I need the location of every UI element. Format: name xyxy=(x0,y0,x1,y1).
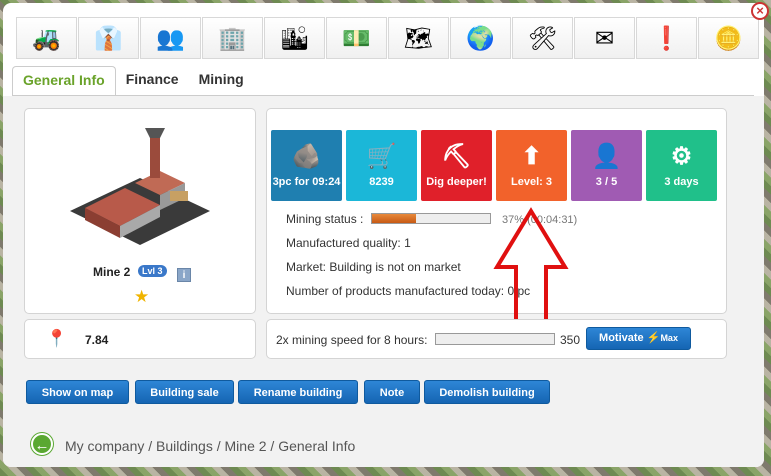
tab-mining[interactable]: Mining xyxy=(189,66,254,96)
ore-icon: 🪨 xyxy=(291,143,322,170)
mine-illustration xyxy=(70,128,210,245)
arrow-up-icon: ⬆ xyxy=(521,143,542,170)
globe-glyph: 🌍 xyxy=(466,24,495,51)
tab-general-info[interactable]: General Info xyxy=(12,66,116,97)
building-name: Mine 2 xyxy=(93,265,131,279)
gears-icon: ⚙ xyxy=(670,143,693,170)
show-on-map-button[interactable]: Show on map xyxy=(26,380,129,404)
mail-glyph: ✉ xyxy=(594,24,615,51)
map-value: 7.84 xyxy=(85,333,109,347)
tile-maintenance[interactable]: ⚙ 3 days xyxy=(646,130,717,201)
bulldozer-icon[interactable]: 🚜 xyxy=(16,17,77,59)
tile-level[interactable]: ⬆ Level: 3 xyxy=(496,130,567,201)
city-buildings-icon[interactable]: 🏙 xyxy=(264,17,325,59)
money-icon[interactable]: 💵 xyxy=(326,17,387,59)
coin-icon[interactable]: 🪙 xyxy=(698,17,759,59)
pickaxe-icon: ⛏ xyxy=(441,143,472,170)
back-arrow-icon[interactable]: ← xyxy=(31,433,53,455)
person-icon: 👤 xyxy=(591,143,622,170)
tile-level-label: Level: 3 xyxy=(511,176,552,188)
demolish-building-button[interactable]: Demolish building xyxy=(424,380,550,404)
coin-glyph: 🪙 xyxy=(714,24,743,51)
mining-progress-fill xyxy=(372,214,416,223)
motivate-value: 350 xyxy=(560,333,581,347)
staff-glyph: 👥 xyxy=(156,24,185,51)
office-building-glyph: 🏢 xyxy=(218,24,247,51)
motivate-max-label: Max xyxy=(660,333,678,343)
rename-building-button[interactable]: Rename building xyxy=(238,380,358,404)
map-key-glyph: 🗺 xyxy=(403,24,434,51)
market-text: Market: Building is not on market xyxy=(286,260,461,274)
info-icon[interactable]: i xyxy=(177,268,191,282)
building-image xyxy=(65,123,215,253)
mail-icon[interactable]: ✉ xyxy=(574,17,635,59)
city-buildings-glyph: 🏙 xyxy=(279,24,310,51)
tools-icon[interactable]: 🛠 xyxy=(512,17,573,59)
star-icon[interactable]: ★ xyxy=(134,287,149,307)
breadcrumb: My company / Buildings / Mine 2 / Genera… xyxy=(65,438,356,454)
tile-production-label: 3pc for 09:24 xyxy=(272,176,341,188)
manager-glyph: 👔 xyxy=(94,24,123,51)
map-pin-icon: 📍 xyxy=(46,329,68,348)
motivate-progress-bar xyxy=(435,333,555,345)
money-glyph: 💵 xyxy=(342,24,371,51)
tools-glyph: 🛠 xyxy=(527,24,558,51)
staff-icon[interactable]: 👥 xyxy=(140,17,201,59)
note-button[interactable]: Note xyxy=(364,380,420,404)
mining-status-label: Mining status : xyxy=(286,212,364,226)
cart-icon: 🛒 xyxy=(366,143,397,170)
motivate-label: 2x mining speed for 8 hours: xyxy=(276,333,428,347)
quality-text: Manufactured quality: 1 xyxy=(286,236,411,250)
close-icon[interactable]: × xyxy=(751,2,769,20)
building-window: 🚜 👔 👥 🏢 🏙 💵 🗺 🌍 🛠 ✉ ❗ 🪙 General Info Fin… xyxy=(3,3,764,467)
office-building-icon[interactable]: 🏢 xyxy=(202,17,263,59)
motivate-button-label: Motivate xyxy=(599,332,644,344)
main-toolbar: 🚜 👔 👥 🏢 🏙 💵 🗺 🌍 🛠 ✉ ❗ 🪙 xyxy=(16,17,760,59)
tile-stock[interactable]: 🛒 8239 xyxy=(346,130,417,201)
mining-progress-bar xyxy=(371,213,491,224)
building-sale-button[interactable]: Building sale xyxy=(135,380,234,404)
tile-dig-deeper-label: Dig deeper! xyxy=(426,176,487,188)
bulldozer-glyph: 🚜 xyxy=(32,24,61,51)
map-key-icon[interactable]: 🗺 xyxy=(388,17,449,59)
tile-dig-deeper[interactable]: ⛏ Dig deeper! xyxy=(421,130,492,201)
tile-maintenance-label: 3 days xyxy=(664,176,699,188)
manager-icon[interactable]: 👔 xyxy=(78,17,139,59)
lightning-icon: ⚡ xyxy=(646,332,661,344)
tile-workers-label: 3 / 5 xyxy=(595,176,618,188)
globe-icon[interactable]: 🌍 xyxy=(450,17,511,59)
tile-stock-label: 8239 xyxy=(369,176,394,188)
level-badge: Lvl 3 xyxy=(138,265,167,277)
alert-icon[interactable]: ❗ xyxy=(636,17,697,59)
tab-finance[interactable]: Finance xyxy=(116,66,189,96)
tile-production[interactable]: 🪨 3pc for 09:24 xyxy=(271,130,342,201)
motivate-button[interactable]: Motivate ⚡Max xyxy=(586,327,691,350)
tab-bar: General Info Finance Mining xyxy=(12,66,254,97)
alert-glyph: ❗ xyxy=(652,24,681,51)
tile-workers[interactable]: 👤 3 / 5 xyxy=(571,130,642,201)
